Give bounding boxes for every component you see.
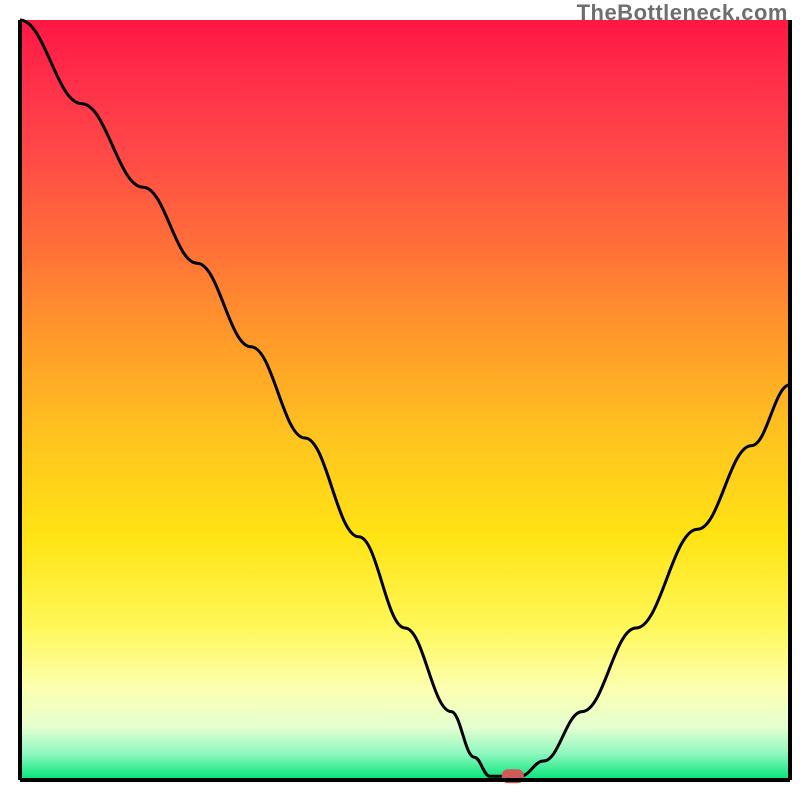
chart-container: TheBottleneck.com [0,0,800,800]
attribution-text: TheBottleneck.com [577,0,788,26]
bottleneck-chart [0,0,800,800]
plot-background [20,20,790,780]
